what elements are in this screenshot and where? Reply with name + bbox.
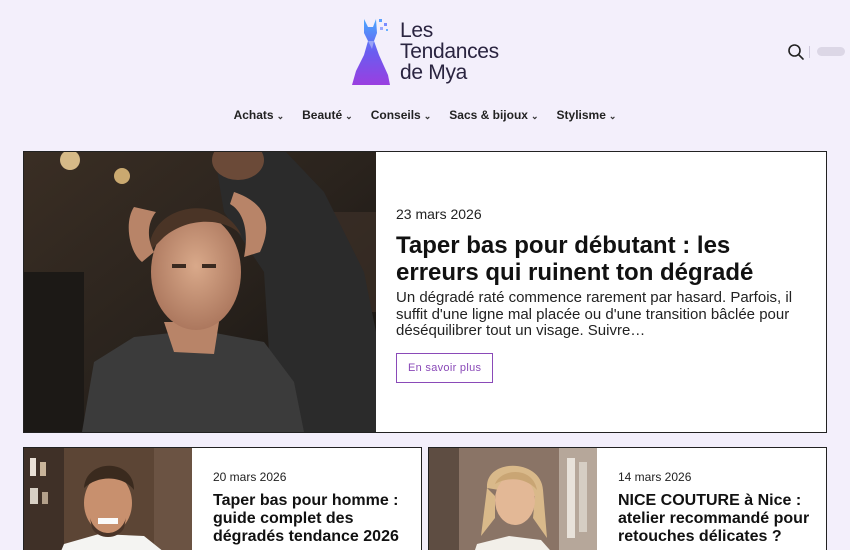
site-name: Les Tendances de Mya: [400, 20, 499, 83]
featured-content: 23 mars 2026 Taper bas pour débutant : l…: [396, 206, 816, 383]
logo-line-2: Tendances: [400, 39, 499, 63]
article-card: 20 mars 2026 Taper bas pour homme : guid…: [23, 447, 422, 550]
chevron-down-icon: ⌄: [423, 110, 432, 121]
article-title[interactable]: Taper bas pour homme : guide complet des…: [213, 492, 413, 546]
article-date: 20 mars 2026: [213, 470, 287, 484]
article-card: 14 mars 2026 NICE COUTURE à Nice : ateli…: [428, 447, 827, 550]
featured-article: 23 mars 2026 Taper bas pour débutant : l…: [23, 151, 827, 433]
read-more-button[interactable]: En savoir plus: [396, 352, 494, 383]
nav-item-label: Conseils: [370, 108, 421, 122]
nav-item-stylisme[interactable]: Stylisme ⌄: [557, 108, 617, 122]
nav-item-sacs-bijoux[interactable]: Sacs & bijoux ⌄: [449, 108, 538, 122]
nav-item-label: Stylisme: [556, 108, 606, 122]
article-date: 14 mars 2026: [618, 470, 692, 484]
featured-date: 23 mars 2026: [396, 206, 482, 222]
main-nav: Achats ⌄ Beauté ⌄ Conseils ⌄ Sacs & bijo…: [0, 108, 850, 122]
article-image-seamstress[interactable]: [429, 448, 597, 550]
article-card-content: 20 mars 2026 Taper bas pour homme : guid…: [213, 470, 413, 546]
nav-item-label: Achats: [233, 108, 274, 122]
chevron-down-icon: ⌄: [608, 110, 617, 121]
article-image-man-smiling[interactable]: [24, 448, 192, 550]
featured-title[interactable]: Taper bas pour débutant : les erreurs qu…: [396, 232, 816, 286]
search-icon[interactable]: [787, 43, 805, 61]
logo-line-3: de Mya: [400, 60, 468, 84]
featured-image-barber[interactable]: [24, 152, 376, 432]
nav-item-label: Beauté: [302, 108, 343, 122]
article-title[interactable]: NICE COUTURE à Nice : atelier recommandé…: [618, 492, 818, 546]
featured-excerpt: Un dégradé raté commence rarement par ha…: [396, 289, 793, 339]
nav-item-label: Sacs & bijoux: [449, 108, 528, 122]
site-logo[interactable]: Les Tendances de Mya: [346, 14, 506, 88]
nav-item-beaute[interactable]: Beauté ⌄: [302, 108, 353, 122]
nav-item-conseils[interactable]: Conseils ⌄: [371, 108, 432, 122]
header-divider: [809, 46, 810, 58]
logo-line-1: Les: [400, 18, 433, 42]
chevron-down-icon: ⌄: [530, 110, 539, 121]
site-header: Les Tendances de Mya: [0, 0, 850, 100]
dress-icon: [352, 19, 390, 85]
theme-toggle[interactable]: [817, 47, 845, 56]
chevron-down-icon: ⌄: [345, 110, 353, 121]
article-card-content: 14 mars 2026 NICE COUTURE à Nice : ateli…: [618, 470, 818, 546]
nav-item-achats[interactable]: Achats ⌄: [234, 108, 285, 122]
chevron-down-icon: ⌄: [276, 110, 285, 121]
